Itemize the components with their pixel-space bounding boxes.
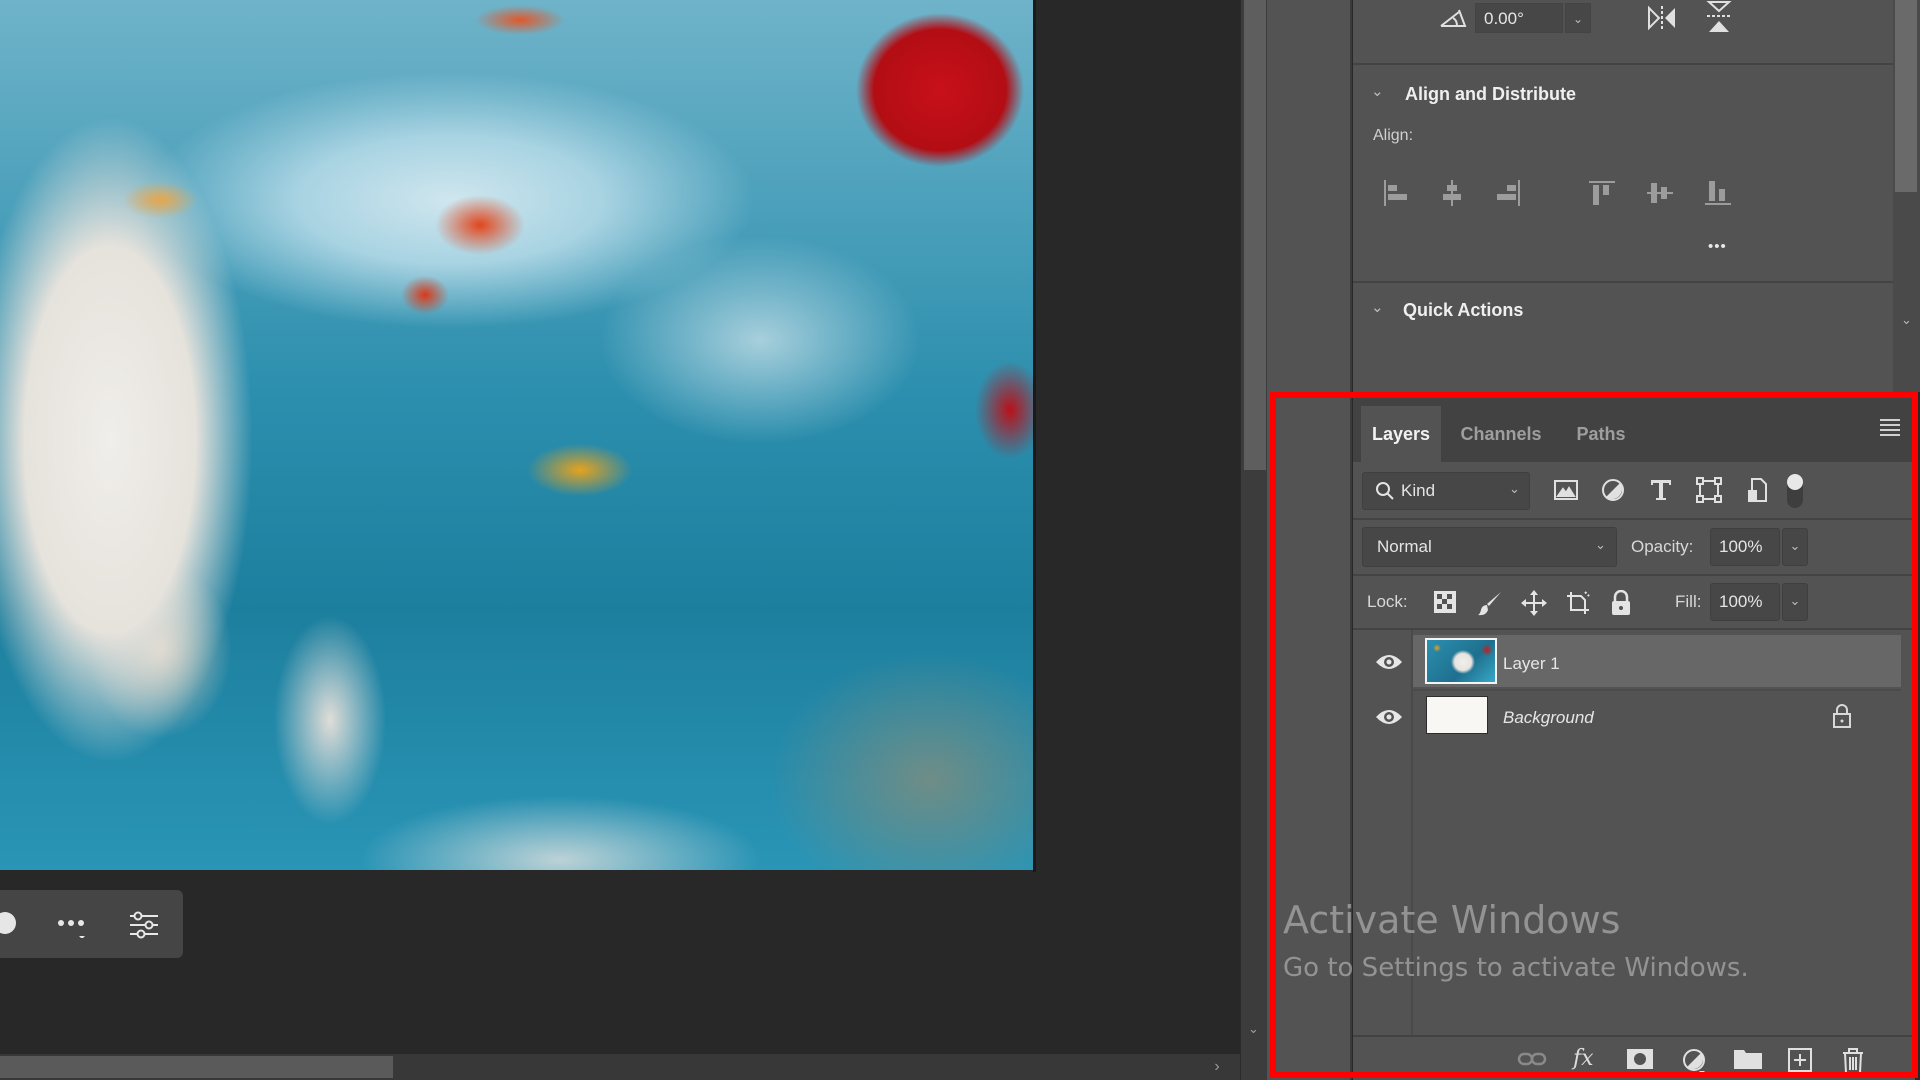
- align-vertical-centers-icon[interactable]: [1645, 178, 1675, 208]
- add-layer-mask-icon[interactable]: [1626, 1047, 1654, 1073]
- angle-icon: [1439, 6, 1467, 33]
- section-divider: [1353, 63, 1893, 65]
- opacity-label: Opacity:: [1631, 537, 1694, 556]
- align-top-edges-icon[interactable]: [1587, 178, 1617, 208]
- filter-adjustment-layers-icon[interactable]: [1599, 476, 1629, 506]
- filter-type-layers-icon[interactable]: [1647, 476, 1677, 506]
- properties-scrollbar-thumb[interactable]: [1895, 0, 1917, 192]
- kind-label: Kind: [1401, 481, 1436, 500]
- filter-toggle-switch[interactable]: [1787, 474, 1803, 508]
- divider: [1353, 628, 1915, 630]
- lock-all-icon[interactable]: [1609, 589, 1635, 616]
- align-label: Align:: [1373, 127, 1414, 144]
- more-horizontal-icon[interactable]: [56, 908, 86, 943]
- opacity-slider-dropdown[interactable]: ⌄: [1782, 528, 1808, 566]
- rotation-angle-input[interactable]: 0.00°: [1475, 3, 1563, 33]
- opacity-value: 100%: [1719, 537, 1763, 556]
- scroll-right-arrow-icon[interactable]: ›: [1205, 1056, 1229, 1078]
- layers-panel-footer: fx: [1353, 1035, 1915, 1080]
- blend-mode-dropdown[interactable]: Normal ⌄: [1362, 527, 1617, 567]
- layer-name[interactable]: Layer 1: [1503, 654, 1560, 674]
- layer-style-fx-icon[interactable]: fx: [1573, 1047, 1601, 1073]
- layer-row[interactable]: [1413, 635, 1901, 687]
- visibility-eye-icon[interactable]: [1375, 653, 1403, 673]
- layer-locked-icon[interactable]: [1831, 703, 1853, 734]
- flip-horizontal-icon[interactable]: [1645, 4, 1679, 37]
- new-group-folder-icon[interactable]: [1733, 1047, 1762, 1073]
- horizontal-scrollbar[interactable]: [0, 1054, 1240, 1080]
- align-distribute-title[interactable]: Align and Distribute: [1405, 84, 1576, 105]
- canvas-image[interactable]: [0, 0, 1033, 870]
- search-icon: [1375, 481, 1395, 506]
- toggle-knob: [1787, 474, 1803, 490]
- lock-transparent-pixels-icon[interactable]: [1433, 590, 1459, 616]
- opacity-input[interactable]: 100%: [1710, 528, 1780, 566]
- layers-empty-area-left-column: [1353, 740, 1413, 1035]
- vertical-scrollbar[interactable]: [1240, 0, 1267, 1080]
- collapse-chevron-icon[interactable]: ⌄: [1371, 82, 1384, 100]
- panel-menu-icon[interactable]: [1880, 418, 1902, 436]
- filter-shape-layers-icon[interactable]: [1695, 476, 1725, 506]
- lock-label: Lock:: [1367, 592, 1408, 611]
- tab-layers[interactable]: Layers: [1361, 406, 1441, 462]
- tab-channels[interactable]: Channels: [1445, 406, 1557, 462]
- layer-thumbnail: [1426, 696, 1488, 734]
- align-horizontal-centers-icon[interactable]: [1437, 178, 1467, 208]
- flip-vertical-icon[interactable]: [1705, 0, 1733, 39]
- partial-circle-icon[interactable]: [0, 912, 16, 934]
- more-align-options-button[interactable]: •••: [1708, 238, 1727, 255]
- delete-layer-trash-icon[interactable]: [1841, 1047, 1869, 1074]
- layer-name[interactable]: Background: [1503, 708, 1594, 728]
- vertical-scrollbar-thumb[interactable]: [1244, 0, 1266, 470]
- new-layer-icon[interactable]: [1787, 1047, 1815, 1073]
- rotation-angle-dropdown[interactable]: ⌄: [1565, 3, 1591, 33]
- align-left-edges-icon[interactable]: [1381, 178, 1411, 208]
- section-divider: [1353, 281, 1893, 283]
- divider: [1353, 518, 1915, 520]
- align-bottom-edges-icon[interactable]: [1703, 178, 1733, 208]
- tab-paths[interactable]: Paths: [1561, 406, 1641, 462]
- divider: [1353, 574, 1915, 576]
- lock-position-icon[interactable]: [1521, 590, 1547, 616]
- lock-image-pixels-icon[interactable]: [1477, 590, 1503, 616]
- filter-pixel-layers-icon[interactable]: [1552, 476, 1582, 506]
- chevron-down-icon: ⌄: [1509, 481, 1520, 496]
- visibility-eye-icon[interactable]: [1375, 708, 1403, 728]
- canvas-image-edge: [1033, 0, 1036, 872]
- fill-value: 100%: [1719, 592, 1763, 611]
- document-canvas[interactable]: [0, 0, 1240, 1054]
- align-right-edges-icon[interactable]: [1493, 178, 1523, 208]
- activate-windows-watermark-title: Activate Windows: [1283, 898, 1621, 942]
- lock-artboard-icon[interactable]: [1565, 590, 1591, 616]
- chevron-down-icon: ⌄: [1595, 537, 1606, 552]
- contextual-task-bar: [0, 890, 183, 958]
- layer-filter-kind-dropdown[interactable]: Kind ⌄: [1362, 472, 1530, 510]
- properties-panel: 0.00° ⌄ ⌄ Align and Distribute Align: ••…: [1353, 0, 1893, 392]
- quick-actions-title[interactable]: Quick Actions: [1403, 300, 1523, 321]
- collapse-chevron-icon[interactable]: ⌄: [1371, 298, 1384, 316]
- link-layers-icon[interactable]: [1517, 1047, 1547, 1073]
- new-adjustment-layer-icon[interactable]: [1681, 1047, 1709, 1074]
- scroll-down-arrow-icon[interactable]: ⌄: [1893, 312, 1920, 334]
- blend-mode-value: Normal: [1377, 537, 1432, 556]
- sliders-icon[interactable]: [128, 910, 160, 945]
- panel-tab-bar: Layers Channels Paths: [1353, 392, 1915, 462]
- scroll-down-arrow-icon[interactable]: ⌄: [1240, 1018, 1267, 1040]
- fill-input[interactable]: 100%: [1710, 583, 1780, 621]
- fill-slider-dropdown[interactable]: ⌄: [1782, 583, 1808, 621]
- filter-smart-objects-icon[interactable]: [1743, 476, 1773, 506]
- activate-windows-watermark-subtitle: Go to Settings to activate Windows.: [1283, 953, 1749, 983]
- fill-label: Fill:: [1675, 592, 1702, 611]
- horizontal-scrollbar-thumb[interactable]: [0, 1056, 393, 1078]
- layer-thumbnail: [1425, 638, 1497, 684]
